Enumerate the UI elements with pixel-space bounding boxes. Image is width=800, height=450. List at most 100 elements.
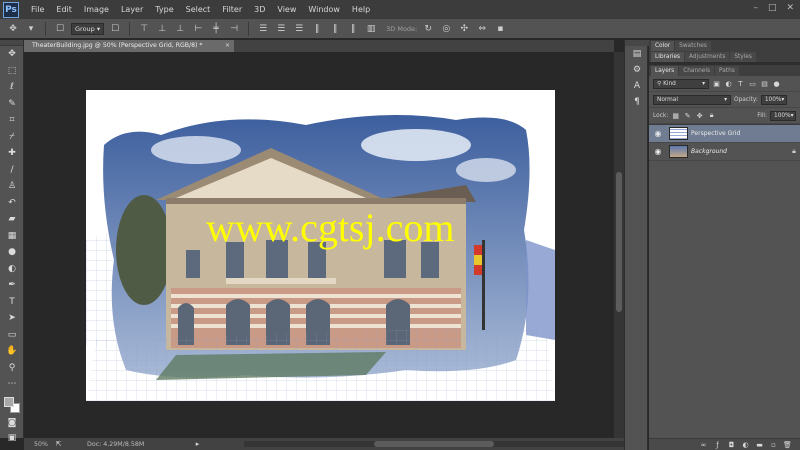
hand-icon[interactable]: ✋ — [0, 343, 24, 360]
zoom-level[interactable]: 50% — [24, 441, 54, 448]
type-icon[interactable]: T — [0, 294, 24, 311]
tab-swatches[interactable]: Swatches — [675, 41, 711, 51]
align-vcenter-icon[interactable]: ⊥ — [155, 22, 169, 36]
horizontal-scroll-thumb[interactable] — [374, 441, 494, 447]
brush-icon[interactable]: / — [0, 162, 24, 179]
menu-edit[interactable]: Edit — [50, 0, 78, 19]
distribute-top-icon[interactable]: ☰ — [256, 22, 270, 36]
menu-help[interactable]: Help — [346, 0, 376, 19]
delete-layer-icon[interactable]: 🗑︎ — [783, 440, 792, 449]
align-right-icon[interactable]: ⊣ — [227, 22, 241, 36]
move-tool-icon[interactable]: ✥ — [6, 22, 20, 36]
distribute-hcenter-icon[interactable]: ‖ — [328, 22, 342, 36]
healing-brush-icon[interactable]: ✚ — [0, 145, 24, 162]
new-group-icon[interactable]: ▬ — [755, 440, 764, 449]
transform-controls-checkbox[interactable]: ☐ — [108, 22, 122, 36]
tool-preset-dropdown-icon[interactable]: ▾ — [24, 22, 38, 36]
menu-layer[interactable]: Layer — [115, 0, 149, 19]
auto-select-checkbox[interactable]: ☐ — [53, 22, 67, 36]
distribute-vcenter-icon[interactable]: ☰ — [274, 22, 288, 36]
menu-image[interactable]: Image — [78, 0, 115, 19]
close-tab-icon[interactable]: × — [225, 40, 230, 52]
screen-mode-icon[interactable]: ▣ — [0, 430, 24, 447]
close-button[interactable]: ✕ — [786, 3, 794, 13]
visibility-eye-icon[interactable]: ◉ — [649, 147, 667, 156]
filter-shape-icon[interactable]: ▭ — [748, 79, 757, 88]
tab-layers[interactable]: Layers — [651, 66, 679, 76]
maximize-button[interactable]: □ — [768, 3, 777, 13]
filter-pixel-icon[interactable]: ▣ — [712, 79, 721, 88]
more-tools-icon[interactable]: ⋯ — [0, 376, 24, 393]
quick-select-icon[interactable]: ✎ — [0, 96, 24, 113]
adjustment-layer-icon[interactable]: ◐ — [741, 440, 750, 449]
clone-stamp-icon[interactable]: ♙ — [0, 178, 24, 195]
menu-filter[interactable]: Filter — [216, 0, 248, 19]
layer-row-background[interactable]: ◉ Background 🔒︎ — [649, 143, 800, 161]
paragraph-panel-icon[interactable]: ¶ — [625, 94, 649, 110]
tab-styles[interactable]: Styles — [730, 52, 756, 62]
distribute-bottom-icon[interactable]: ☰ — [292, 22, 306, 36]
path-select-icon[interactable]: ➤ — [0, 310, 24, 327]
align-bottom-icon[interactable]: ⊥ — [173, 22, 187, 36]
filter-toggle-icon[interactable]: ● — [772, 79, 781, 88]
blur-icon[interactable]: ● — [0, 244, 24, 261]
layer-row-perspective-grid[interactable]: ◉ Perspective Grid — [649, 125, 800, 143]
tab-adjustments[interactable]: Adjustments — [685, 52, 730, 62]
align-left-icon[interactable]: ⊢ — [191, 22, 205, 36]
canvas-area[interactable]: www.cgtsj.com — [24, 52, 614, 438]
add-mask-icon[interactable]: ◘ — [727, 440, 736, 449]
document-canvas[interactable]: www.cgtsj.com — [86, 90, 555, 401]
minimize-button[interactable]: – — [753, 3, 758, 13]
3d-drag-icon[interactable]: ✣ — [457, 22, 471, 36]
3d-slide-icon[interactable]: ⇔ — [475, 22, 489, 36]
character-panel-icon[interactable]: A — [625, 78, 649, 94]
distribute-left-icon[interactable]: ‖ — [310, 22, 324, 36]
opacity-field[interactable]: 100% ▾ — [760, 94, 787, 105]
lock-all-icon[interactable]: 🔒︎ — [707, 111, 716, 120]
vertical-scrollbar[interactable] — [614, 52, 624, 438]
eyedropper-icon[interactable]: ⌿ — [0, 129, 24, 146]
lock-transparent-icon[interactable]: ▦ — [671, 111, 680, 120]
history-panel-icon[interactable]: ▤ — [625, 46, 649, 62]
layer-filter-dropdown[interactable]: ⚲ Kind ▾ — [653, 78, 709, 89]
tab-paths[interactable]: Paths — [715, 66, 739, 76]
status-menu-icon[interactable]: ▸ — [193, 440, 202, 449]
horizontal-scrollbar[interactable] — [244, 441, 624, 447]
3d-rotate-icon[interactable]: ↻ — [421, 22, 435, 36]
document-info[interactable]: Doc: 4.29M/8.58M — [63, 441, 193, 448]
export-icon[interactable]: ⇱ — [54, 440, 63, 449]
new-layer-icon[interactable]: ▫ — [769, 440, 778, 449]
menu-type[interactable]: Type — [149, 0, 179, 19]
crop-icon[interactable]: ⌗ — [0, 112, 24, 129]
tab-channels[interactable]: Channels — [679, 66, 715, 76]
menu-file[interactable]: File — [25, 0, 50, 19]
foreground-color-swatch[interactable] — [4, 397, 14, 407]
blend-mode-dropdown[interactable]: Normal ▾ — [653, 94, 731, 105]
lasso-icon[interactable]: ℓ — [0, 79, 24, 96]
shape-icon[interactable]: ▭ — [0, 327, 24, 344]
dodge-icon[interactable]: ◐ — [0, 261, 24, 278]
filter-smart-object-icon[interactable]: ▤ — [760, 79, 769, 88]
filter-type-icon[interactable]: T — [736, 79, 745, 88]
align-top-icon[interactable]: ⊤ — [137, 22, 151, 36]
tab-color[interactable]: Color — [651, 41, 675, 51]
3d-scale-icon[interactable]: ▪ — [493, 22, 507, 36]
menu-select[interactable]: Select — [180, 0, 217, 19]
vertical-scroll-thumb[interactable] — [616, 172, 622, 312]
layer-style-icon[interactable]: ƒ — [713, 440, 722, 449]
fill-field[interactable]: 100% ▾ — [770, 110, 796, 121]
menu-view[interactable]: View — [271, 0, 302, 19]
distribute-right-icon[interactable]: ‖ — [346, 22, 360, 36]
zoom-icon[interactable]: ⚲ — [0, 360, 24, 377]
properties-panel-icon[interactable]: ⚙ — [625, 62, 649, 78]
history-brush-icon[interactable]: ↶ — [0, 195, 24, 212]
align-hcenter-icon[interactable]: ╪ — [209, 22, 223, 36]
menu-3d[interactable]: 3D — [248, 0, 271, 19]
marquee-icon[interactable]: ⬚ — [0, 63, 24, 80]
move-icon[interactable]: ✥ — [0, 46, 24, 63]
filter-adjustment-icon[interactable]: ◐ — [724, 79, 733, 88]
gradient-icon[interactable]: ▦ — [0, 228, 24, 245]
auto-select-dropdown[interactable]: Group ▾ — [71, 22, 105, 35]
pen-icon[interactable]: ✒ — [0, 277, 24, 294]
tab-libraries[interactable]: Libraries — [651, 52, 685, 62]
